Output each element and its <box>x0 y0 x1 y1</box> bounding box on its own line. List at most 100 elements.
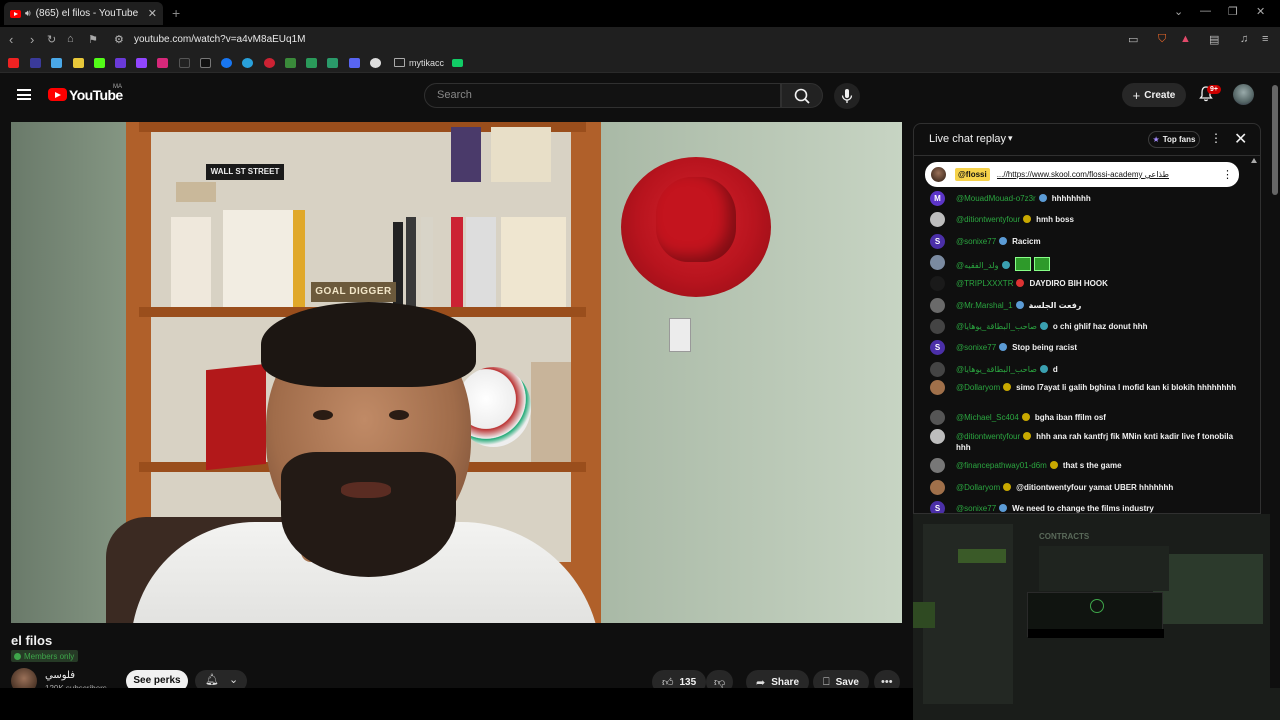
pinned-link[interactable]: ...//https://www.skool.com/flossi-academ… <box>997 170 1216 179</box>
chat-username[interactable]: @صاحب_البطاقة_يوهايا <box>956 322 1037 331</box>
chat-message[interactable]: M @MouadMouad-o7z3r hhhhhhhh <box>930 191 1240 206</box>
bookmark-icon[interactable]: ⚑ <box>88 33 98 46</box>
chat-message[interactable]: S @sonixe77 We need to change the films in… <box>930 501 1240 513</box>
chat-username[interactable]: @صاحب_البطاقة_يوهايا <box>956 365 1037 374</box>
chat-avatar[interactable] <box>930 380 945 395</box>
back-icon[interactable]: ‹ <box>9 32 13 47</box>
new-tab-button[interactable]: + <box>172 5 180 21</box>
page-scrollbar[interactable] <box>1270 73 1280 688</box>
bookmark-signal-icon[interactable] <box>452 59 463 67</box>
chat-avatar[interactable] <box>930 410 945 425</box>
bookmark-chatgpt-icon[interactable] <box>370 58 381 68</box>
browser-tab-youtube[interactable]: 🔊︎ (865) el filos - YouTube ✕ <box>4 2 163 25</box>
bookmark-arrow-icon[interactable] <box>327 58 338 68</box>
tab-close-icon[interactable]: ✕ <box>148 7 157 20</box>
chat-message[interactable]: @ولد_الفقيه <box>930 255 1240 271</box>
media-icon[interactable]: ♫ <box>1240 33 1248 45</box>
chat-avatar[interactable]: S <box>930 234 945 249</box>
chat-username[interactable]: @ditiontwentyfour <box>956 215 1020 224</box>
chat-message[interactable]: @ditiontwentyfour hmh boss <box>930 212 1240 227</box>
create-button[interactable]: + Create <box>1122 83 1186 107</box>
bookmark-figure-icon[interactable] <box>306 58 317 68</box>
chat-avatar[interactable] <box>930 362 945 377</box>
chat-message[interactable]: @Dollaryom simo l7ayat li galih bghina l … <box>930 380 1240 395</box>
chat-username[interactable]: @Mr.Marshal_1 <box>956 301 1013 310</box>
url-field[interactable]: youtube.com/watch?v=a4vM8aEUq1M <box>134 34 305 45</box>
chevron-down-icon[interactable]: ▾ <box>1008 133 1013 144</box>
chat-username[interactable]: @Michael_Sc404 <box>956 413 1019 422</box>
pinned-message[interactable]: @flossi ...//https://www.skool.com/floss… <box>925 162 1239 187</box>
bookmark-youtube-icon[interactable] <box>8 58 19 68</box>
chat-username[interactable]: @MouadMouad-o7z3r <box>956 194 1036 203</box>
chat-avatar[interactable]: M <box>930 191 945 206</box>
home-icon[interactable]: ⌂ <box>67 33 74 45</box>
tab-search-icon[interactable]: ⌄ <box>1174 5 1183 18</box>
chat-avatar[interactable]: S <box>930 340 945 355</box>
chat-username[interactable]: @Dollaryom <box>956 383 1000 392</box>
chat-message[interactable]: S @sonixe77 Racicm <box>930 234 1240 249</box>
minimize-icon[interactable]: — <box>1200 5 1211 17</box>
site-info-icon[interactable]: ⚙ <box>114 33 124 46</box>
chat-username[interactable]: @ditiontwentyfour <box>956 432 1020 441</box>
forward-icon[interactable]: › <box>30 32 34 47</box>
bookmark-folder-icon[interactable] <box>394 58 405 67</box>
video-player[interactable]: WALL ST STREET GOAL DIGGER <box>11 122 902 623</box>
bookmark-discord-icon[interactable] <box>349 58 360 68</box>
bookmark-tiktok-icon[interactable] <box>179 58 190 68</box>
chat-message[interactable]: @صاحب_البطاقة_يوهايا o chi ghlif haz donu… <box>930 319 1240 334</box>
bookmark-kick-icon[interactable] <box>94 58 105 68</box>
chat-message[interactable]: @Mr.Marshal_1 رفعت الجلسة <box>930 298 1240 313</box>
chat-avatar[interactable] <box>930 480 945 495</box>
bookmark-x-icon[interactable] <box>200 58 211 68</box>
bookmark-mail-icon[interactable] <box>73 58 84 68</box>
youtube-logo-icon[interactable] <box>48 88 67 101</box>
bookmark-facebook-icon[interactable] <box>221 58 232 68</box>
sidebar-icon[interactable]: ▤ <box>1209 33 1219 46</box>
voice-search-button[interactable] <box>834 83 860 109</box>
chat-scrollbar[interactable] <box>1250 158 1258 508</box>
account-avatar[interactable] <box>1233 84 1254 105</box>
bookmark-twitch-icon[interactable] <box>136 58 147 68</box>
chat-message[interactable]: @صاحب_البطاقة_يوهايا d <box>930 362 1240 377</box>
chat-avatar[interactable] <box>930 458 945 473</box>
chat-avatar[interactable] <box>930 319 945 334</box>
chat-message[interactable]: @TRIPLXXXTR DAYDIRO BIH HOOK <box>930 276 1240 291</box>
bookmark-app-icon[interactable] <box>30 58 41 68</box>
speaker-icon[interactable]: 🔊︎ <box>25 8 31 19</box>
chat-username[interactable]: @ولد_الفقيه <box>956 261 999 270</box>
chat-username[interactable]: @Dollaryom <box>956 483 1000 492</box>
top-fans-button[interactable]: ★ Top fans <box>1148 131 1200 148</box>
bookmark-folder-label[interactable]: mytikacc <box>409 58 444 68</box>
chat-menu-icon[interactable]: ⋮ <box>1210 131 1222 145</box>
chat-message[interactable]: @Dollaryom @ditiontwentyfour yamat UBER h… <box>930 480 1240 495</box>
search-input[interactable]: Search <box>424 83 781 108</box>
bookmark-instagram-icon[interactable] <box>157 58 168 68</box>
rewards-icon[interactable]: ▲ <box>1180 33 1191 45</box>
hamburger-menu-icon[interactable] <box>17 89 31 100</box>
scrollbar-thumb[interactable] <box>1272 85 1278 195</box>
chat-avatar[interactable] <box>930 429 945 444</box>
channel-name[interactable]: فلوسي <box>45 670 75 681</box>
chat-title[interactable]: Live chat replay <box>929 133 1006 145</box>
maximize-icon[interactable]: ❐ <box>1228 5 1238 18</box>
chat-username[interactable]: @sonixe77 <box>956 504 996 513</box>
chat-username[interactable]: @TRIPLXXXTR <box>956 279 1013 288</box>
chat-message[interactable]: @Michael_Sc404 bgha iban ffilm osf <box>930 410 1240 425</box>
chat-avatar[interactable]: S <box>930 501 945 513</box>
bookmark-green-icon[interactable] <box>285 58 296 68</box>
chat-message[interactable]: @ditiontwentyfour hhh ana rah kantfrj fik… <box>930 429 1240 453</box>
bookmark-red-icon[interactable] <box>264 58 275 68</box>
chat-avatar[interactable] <box>930 276 945 291</box>
bookmark-telegram-icon[interactable] <box>242 58 253 68</box>
bookmark-star-icon[interactable] <box>51 58 62 68</box>
reload-icon[interactable]: ↻ <box>47 33 56 46</box>
brave-shield-icon[interactable]: ⛉ <box>1158 33 1166 46</box>
chat-username[interactable]: @sonixe77 <box>956 343 996 352</box>
chat-username[interactable]: @financepathway01-d6m <box>956 461 1047 470</box>
chat-message[interactable]: S @sonixe77 Stop being racist <box>930 340 1240 355</box>
chat-avatar[interactable] <box>930 212 945 227</box>
pinned-menu-icon[interactable]: ⋮ <box>1216 168 1233 181</box>
menu-icon[interactable]: ≡ <box>1262 33 1268 45</box>
chat-close-icon[interactable]: ✕ <box>1234 129 1247 149</box>
chat-avatar[interactable] <box>930 298 945 313</box>
